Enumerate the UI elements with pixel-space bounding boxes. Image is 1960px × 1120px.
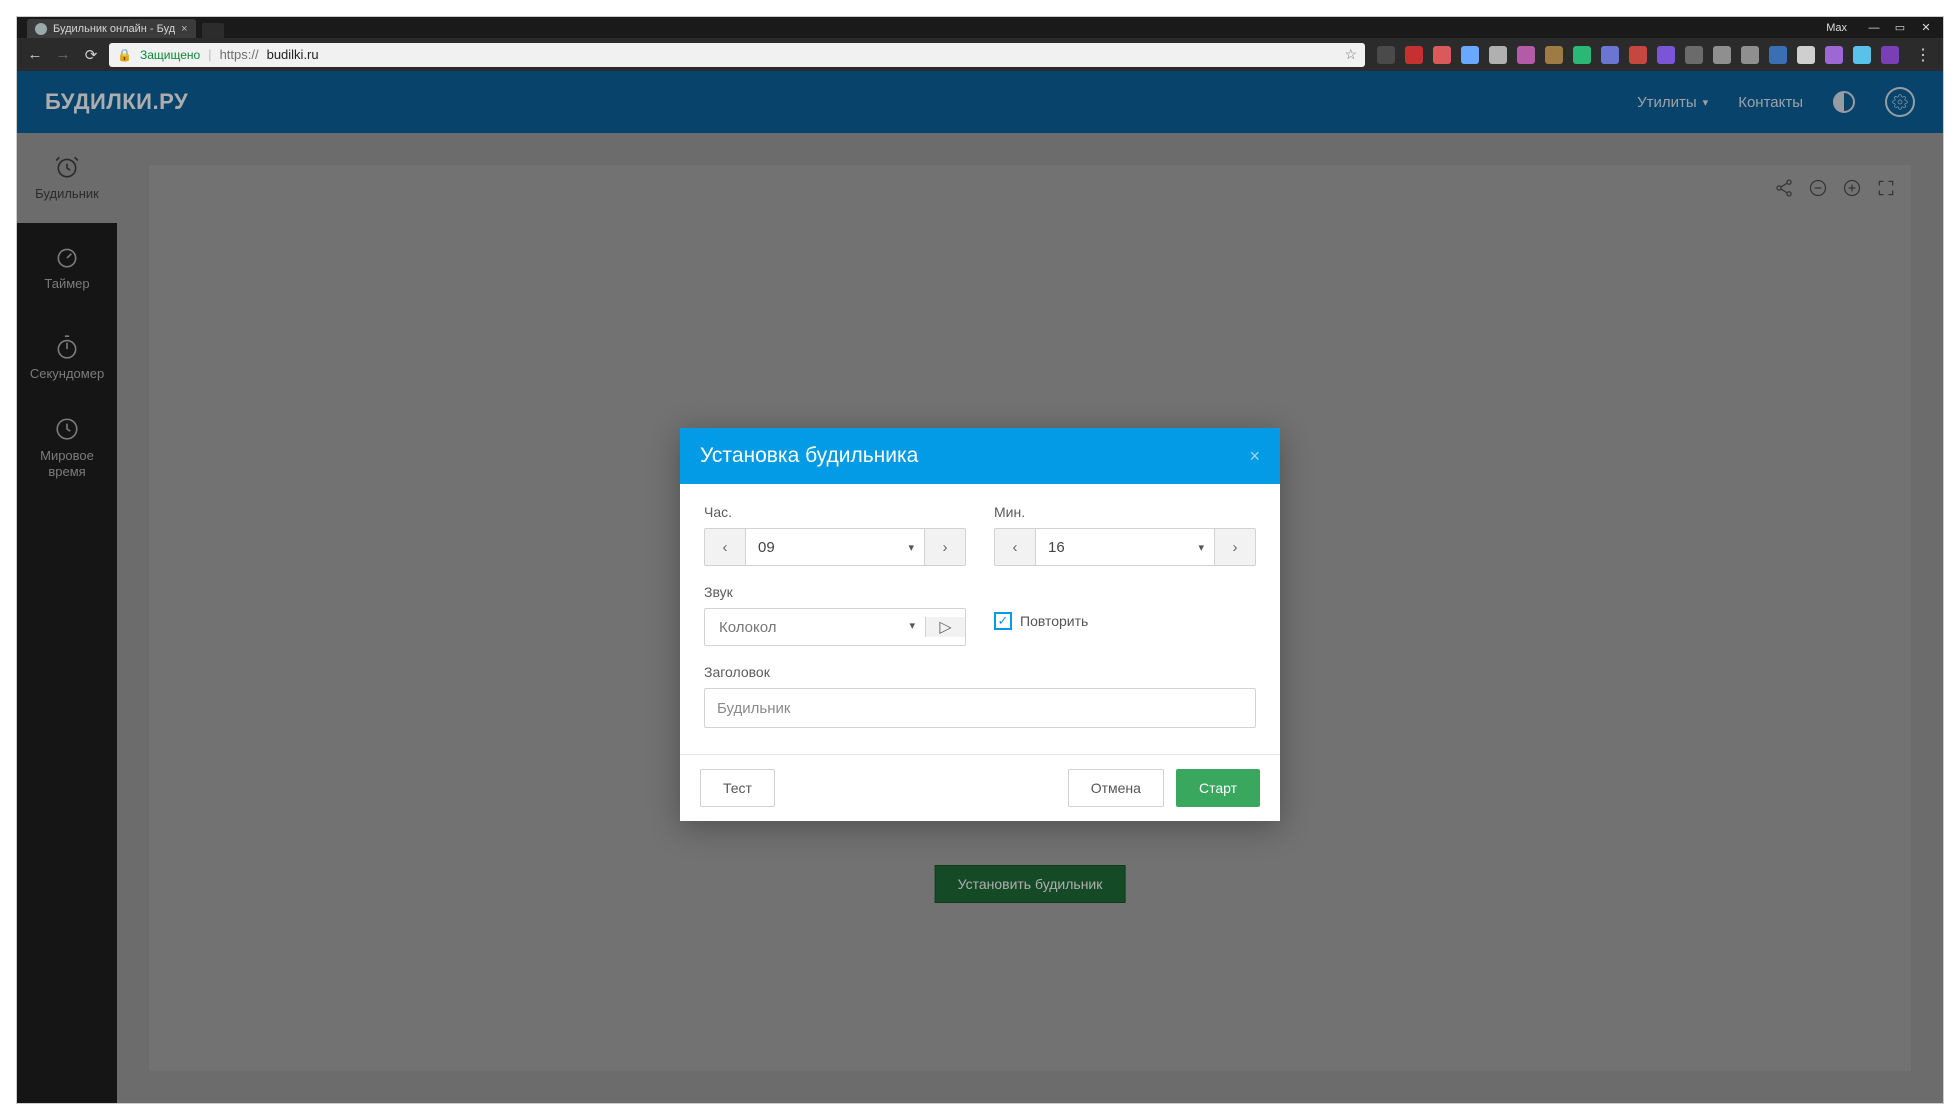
extension-icon[interactable] [1405, 46, 1423, 64]
window-minimize-icon[interactable]: — [1863, 19, 1885, 36]
sound-play-button[interactable]: ▷ [925, 617, 965, 637]
nav-back-icon[interactable]: ← [25, 46, 45, 63]
divider: | [208, 47, 211, 62]
alarm-title-input[interactable] [704, 688, 1256, 728]
browser-tab[interactable]: Будильник онлайн - Буд × [27, 19, 196, 38]
repeat-label: Повторить [1020, 613, 1088, 629]
title-label: Заголовок [704, 664, 1256, 680]
extension-icon[interactable] [1377, 46, 1395, 64]
extension-tray [1373, 46, 1903, 64]
address-bar[interactable]: 🔒 Защищено | https:// budilki.ru ☆ [109, 43, 1365, 67]
window-controls: Max — ▭ ✕ [1820, 17, 1943, 38]
extension-icon[interactable] [1601, 46, 1619, 64]
sound-select[interactable]: Колокол [705, 619, 925, 636]
extension-icon[interactable] [1853, 46, 1871, 64]
browser-menu-icon[interactable]: ⋮ [1911, 45, 1935, 65]
extension-icon[interactable] [1797, 46, 1815, 64]
tab-strip: Будильник онлайн - Буд × [17, 17, 1820, 38]
url-host: budilki.ru [267, 47, 319, 62]
browser-window: Будильник онлайн - Буд × Max — ▭ ✕ ← → ⟳… [17, 17, 1943, 1103]
nav-forward-icon[interactable]: → [53, 46, 73, 63]
window-maximize-icon[interactable]: ▭ [1889, 19, 1911, 36]
sound-select-wrap: Колокол ▷ [704, 608, 966, 646]
extension-icon[interactable] [1657, 46, 1675, 64]
lock-icon: 🔒 [117, 48, 132, 62]
tab-favicon-icon [35, 23, 47, 35]
dialog-close-icon[interactable]: × [1249, 446, 1260, 467]
tab-close-icon[interactable]: × [181, 23, 187, 35]
extension-icon[interactable] [1741, 46, 1759, 64]
extension-icon[interactable] [1573, 46, 1591, 64]
screenshot-frame: Будильник онлайн - Буд × Max — ▭ ✕ ← → ⟳… [0, 0, 1960, 1120]
hour-label: Час. [704, 504, 966, 520]
minute-stepper: ‹ 16 › [994, 528, 1256, 566]
secure-label: Защищено [140, 48, 200, 62]
dialog-footer: Тест Отмена Старт [680, 754, 1280, 821]
test-button[interactable]: Тест [700, 769, 775, 807]
minute-label: Мин. [994, 504, 1256, 520]
extension-icon[interactable] [1881, 46, 1899, 64]
repeat-checkbox[interactable]: ✓ [994, 612, 1012, 630]
cancel-button[interactable]: Отмена [1068, 769, 1164, 807]
browser-toolbar: ← → ⟳ 🔒 Защищено | https://budilki.ru ☆ … [17, 38, 1943, 71]
hour-increment-button[interactable]: › [925, 529, 965, 565]
extension-icon[interactable] [1713, 46, 1731, 64]
browser-titlebar: Будильник онлайн - Буд × Max — ▭ ✕ [17, 17, 1943, 38]
extension-icon[interactable] [1489, 46, 1507, 64]
dialog-header: Установка будильника × [680, 428, 1280, 484]
extension-icon[interactable] [1825, 46, 1843, 64]
extension-icon[interactable] [1545, 46, 1563, 64]
sound-label: Звук [704, 584, 966, 600]
repeat-checkbox-wrap: ✓ Повторить [994, 612, 1256, 630]
extension-icon[interactable] [1685, 46, 1703, 64]
alarm-dialog: Установка будильника × Час. ‹ 09 › [680, 428, 1280, 821]
url-scheme: https:// [220, 47, 259, 62]
start-button[interactable]: Старт [1176, 769, 1260, 807]
window-close-icon[interactable]: ✕ [1915, 19, 1937, 36]
profile-user-label: Max [1826, 22, 1847, 34]
extension-icon[interactable] [1433, 46, 1451, 64]
extension-icon[interactable] [1629, 46, 1647, 64]
hour-select[interactable]: 09 [745, 529, 925, 565]
extension-icon[interactable] [1461, 46, 1479, 64]
new-tab-button[interactable] [202, 23, 224, 38]
bookmark-star-icon[interactable]: ☆ [1344, 46, 1357, 63]
extension-icon[interactable] [1769, 46, 1787, 64]
minute-select[interactable]: 16 [1035, 529, 1215, 565]
page-content: БУДИЛКИ.РУ Утилиты▾ Контакты Будильник [17, 71, 1943, 1103]
hour-stepper: ‹ 09 › [704, 528, 966, 566]
minute-decrement-button[interactable]: ‹ [995, 529, 1035, 565]
dialog-title: Установка будильника [700, 444, 918, 468]
hour-decrement-button[interactable]: ‹ [705, 529, 745, 565]
minute-increment-button[interactable]: › [1215, 529, 1255, 565]
dialog-body: Час. ‹ 09 › Мин. ‹ 16 [680, 484, 1280, 754]
extension-icon[interactable] [1517, 46, 1535, 64]
nav-reload-icon[interactable]: ⟳ [81, 46, 101, 64]
tab-title: Будильник онлайн - Буд [53, 23, 175, 35]
